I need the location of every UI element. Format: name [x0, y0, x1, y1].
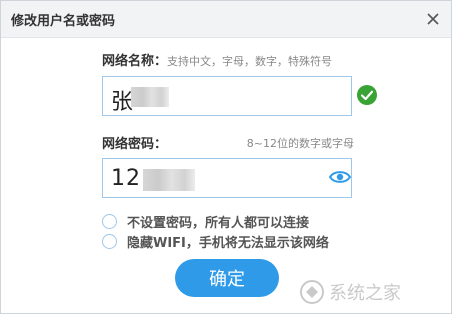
system-logo-icon: 系统之家 [300, 280, 401, 304]
network-name-hint: 支持中文，字母，数字，特殊符号 [167, 55, 333, 68]
wifi-settings-dialog: 修改用户名或密码 网络名称： 支持中文，字母，数字，特殊符号 张 网络密码： 8… [0, 0, 452, 314]
network-name-input[interactable]: 张 [102, 76, 352, 116]
network-name-label-row: 网络名称： 支持中文，字母，数字，特殊符号 [102, 50, 354, 69]
radio-hide-wifi[interactable] [102, 233, 117, 249]
option-no-password[interactable]: 不设置密码，所有人都可以连接 [102, 212, 310, 231]
redacted-blur [143, 169, 195, 191]
network-password-hint: 8~12位的数字或字母 [246, 137, 354, 150]
close-icon [427, 13, 439, 25]
network-name-label: 网络名称： [102, 54, 168, 69]
dialog-titlebar: 修改用户名或密码 [1, 1, 451, 38]
option-hide-wifi-label: 隐藏WIFI，手机将无法显示该网络 [127, 235, 329, 251]
radio-no-password[interactable] [102, 213, 117, 229]
eye-icon[interactable] [329, 169, 351, 185]
redacted-blur [131, 87, 169, 107]
dialog-title: 修改用户名或密码 [11, 14, 116, 29]
network-password-label: 网络密码： [102, 137, 168, 152]
network-password-value: 12 [111, 166, 141, 191]
network-password-input[interactable]: 12 [102, 158, 352, 198]
option-no-password-label: 不设置密码，所有人都可以连接 [127, 215, 310, 231]
option-hide-wifi[interactable]: 隐藏WIFI，手机将无法显示该网络 [102, 232, 329, 251]
check-circle-icon [357, 85, 377, 105]
network-password-label-row: 网络密码： 8~12位的数字或字母 [102, 133, 354, 152]
svg-text:系统之家: 系统之家 [329, 283, 401, 304]
close-button[interactable] [419, 5, 447, 33]
confirm-button[interactable]: 确定 [175, 259, 279, 297]
